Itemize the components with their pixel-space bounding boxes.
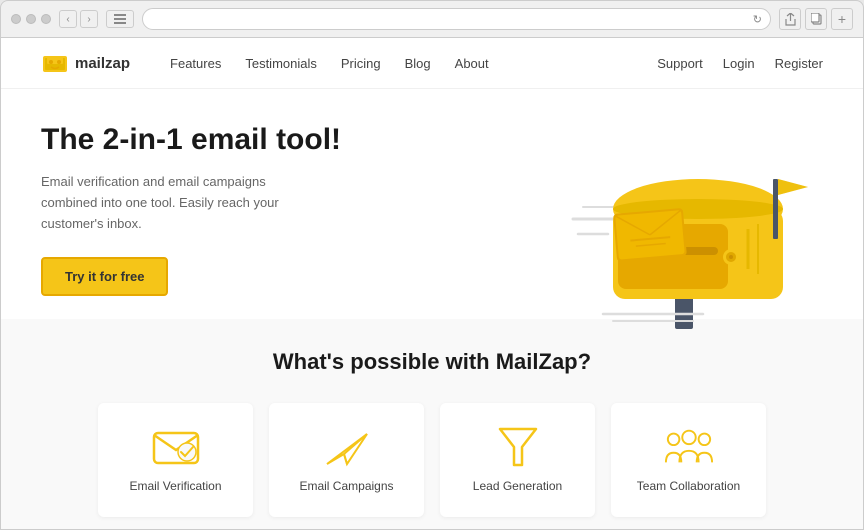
email-verification-icon — [151, 427, 201, 467]
logo-text: mailzap — [75, 55, 130, 72]
nav-register[interactable]: Register — [775, 56, 823, 71]
nav-about[interactable]: About — [455, 56, 489, 71]
back-button[interactable]: ‹ — [59, 10, 77, 28]
feature-label-email-campaigns: Email Campaigns — [299, 479, 393, 493]
lead-generation-icon — [493, 427, 543, 467]
cta-button[interactable]: Try it for free — [41, 257, 168, 296]
feature-card-email-campaigns: Email Campaigns — [269, 403, 424, 517]
dot-close — [11, 14, 21, 24]
hero-title: The 2-in-1 email tool! — [41, 122, 341, 158]
hero-section: The 2-in-1 email tool! Email verificatio… — [1, 89, 863, 319]
browser-nav: ‹ › — [59, 10, 98, 28]
nav-login[interactable]: Login — [723, 56, 755, 71]
logo-icon — [41, 52, 69, 74]
hero-illustration — [483, 99, 823, 329]
feature-label-team-collaboration: Team Collaboration — [637, 479, 740, 493]
add-tab-button[interactable]: + — [831, 8, 853, 30]
mailbox-svg — [483, 99, 823, 329]
feature-label-email-verification: Email Verification — [129, 479, 221, 493]
duplicate-button[interactable] — [805, 8, 827, 30]
refresh-icon: ↻ — [753, 13, 762, 26]
dot-maximize — [41, 14, 51, 24]
nav-support[interactable]: Support — [657, 56, 703, 71]
nav-links: Features Testimonials Pricing Blog About — [170, 56, 657, 71]
nav-right: Support Login Register — [657, 56, 823, 71]
browser-chrome: ‹ › ↻ + — [0, 0, 864, 38]
share-button[interactable] — [779, 8, 801, 30]
website-content: mailzap Features Testimonials Pricing Bl… — [0, 38, 864, 530]
dot-minimize — [26, 14, 36, 24]
forward-button[interactable]: › — [80, 10, 98, 28]
team-collaboration-icon — [664, 427, 714, 467]
hero-content: The 2-in-1 email tool! Email verificatio… — [41, 122, 341, 295]
features-section: What's possible with MailZap? Email Veri… — [1, 319, 863, 530]
feature-card-lead-generation: Lead Generation — [440, 403, 595, 517]
nav-features[interactable]: Features — [170, 56, 221, 71]
hero-subtitle: Email verification and email campaigns c… — [41, 172, 321, 234]
browser-actions: + — [779, 8, 853, 30]
nav-testimonials[interactable]: Testimonials — [245, 56, 317, 71]
address-bar[interactable]: ↻ — [142, 8, 771, 30]
feature-label-lead-generation: Lead Generation — [473, 479, 562, 493]
logo[interactable]: mailzap — [41, 52, 130, 74]
feature-card-team-collaboration: Team Collaboration — [611, 403, 766, 517]
features-title: What's possible with MailZap? — [41, 349, 823, 375]
feature-card-email-verification: Email Verification — [98, 403, 253, 517]
browser-dots — [11, 14, 51, 24]
features-grid: Email Verification Email Campaigns — [41, 403, 823, 517]
nav-pricing[interactable]: Pricing — [341, 56, 381, 71]
tab-view-button[interactable] — [106, 10, 134, 28]
email-campaigns-icon — [322, 427, 372, 467]
navbar: mailzap Features Testimonials Pricing Bl… — [1, 38, 863, 89]
nav-blog[interactable]: Blog — [405, 56, 431, 71]
